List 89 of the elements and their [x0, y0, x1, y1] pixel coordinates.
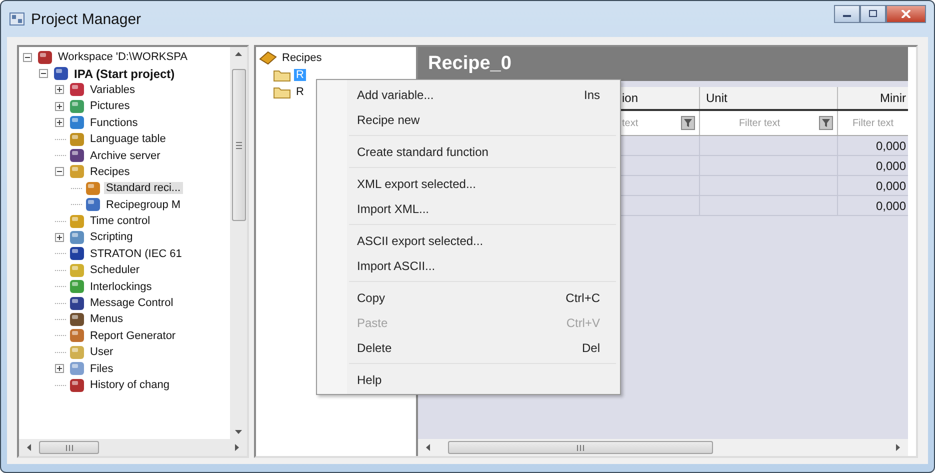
maximize-icon — [868, 10, 878, 18]
expander-icon[interactable] — [55, 364, 66, 374]
expander-icon[interactable] — [23, 52, 34, 62]
horizontal-scrollbar[interactable] — [418, 439, 908, 456]
scroll-left-icon[interactable] — [426, 444, 430, 451]
vertical-scrollbar[interactable] — [230, 47, 247, 439]
tree-item[interactable]: Archive server — [88, 150, 162, 162]
tile-icon — [69, 214, 85, 229]
tile-icon — [69, 279, 85, 294]
tree-item[interactable]: Scheduler — [88, 264, 142, 276]
scroll-right-icon[interactable] — [235, 444, 239, 451]
tree-item[interactable]: Pictures — [88, 100, 132, 112]
table-cell: 0,000 — [876, 198, 906, 212]
column-header[interactable]: Unit — [700, 87, 838, 109]
menu-item[interactable]: Copy Ctrl+C — [317, 285, 620, 310]
tile-icon — [69, 312, 85, 327]
filter-icon[interactable] — [681, 116, 695, 130]
scroll-right-icon[interactable] — [896, 444, 900, 451]
tile-icon — [69, 230, 85, 245]
scroll-left-icon[interactable] — [27, 444, 31, 451]
close-button[interactable] — [886, 5, 926, 23]
tree-item[interactable]: Menus — [88, 313, 126, 326]
column-header[interactable]: Minir — [838, 87, 908, 109]
tree-item[interactable]: Recipes — [280, 52, 324, 64]
recipe-title: Recipe_0 — [428, 53, 512, 75]
tile-icon — [69, 262, 85, 278]
tile-icon — [85, 180, 101, 196]
scroll-up-icon[interactable] — [235, 52, 242, 56]
tile-icon — [69, 148, 85, 164]
tree-item[interactable]: Message Control — [88, 297, 176, 310]
folder-icon — [273, 84, 291, 98]
tile-icon — [69, 378, 85, 392]
expander-icon[interactable] — [55, 102, 66, 111]
tree-item[interactable]: STRATON (IEC 61 — [88, 248, 184, 260]
expander-icon[interactable] — [55, 118, 66, 128]
tile-icon — [85, 197, 101, 212]
table-cell: 0,000 — [876, 138, 906, 152]
tree-item[interactable]: Files — [88, 362, 116, 375]
tile-icon — [69, 361, 85, 376]
tile-icon — [69, 344, 85, 360]
tree-item[interactable]: Language table — [88, 133, 168, 146]
tile-icon — [69, 164, 85, 180]
tree-item[interactable]: Workspace 'D:\WORKSPA — [56, 51, 190, 64]
menu-item[interactable]: Help — [317, 367, 620, 392]
tree-item[interactable]: Functions — [88, 116, 140, 129]
tree-item[interactable]: R — [294, 86, 306, 98]
folder-icon — [273, 68, 291, 82]
tile-icon — [69, 82, 85, 98]
tree-item[interactable]: Standard reci... — [104, 182, 183, 194]
tree-item[interactable]: Recipes — [88, 166, 132, 178]
tile-icon — [53, 66, 69, 82]
menu-item[interactable]: Recipe new — [317, 107, 620, 132]
tile-icon — [69, 132, 85, 147]
horizontal-scrollbar[interactable] — [19, 439, 247, 456]
menu-item[interactable]: Create standard function — [317, 139, 620, 164]
tree-item[interactable]: IPA (Start project) — [72, 66, 177, 81]
menu-item[interactable]: Delete Del — [317, 335, 620, 360]
tree-item[interactable]: User — [88, 346, 116, 358]
tree-item[interactable]: Scripting — [88, 231, 135, 244]
tree-item[interactable]: Interlockings — [88, 280, 154, 293]
menu-item[interactable]: XML export selected... — [317, 171, 620, 196]
tile-icon — [69, 246, 85, 262]
menu-item[interactable]: Import XML... — [317, 196, 620, 221]
close-icon — [901, 10, 911, 18]
tree-item[interactable]: Time control — [88, 215, 152, 228]
expander-icon[interactable] — [55, 167, 66, 176]
expander-icon[interactable] — [39, 69, 50, 78]
tree-item[interactable]: Variables — [88, 84, 138, 96]
scroll-down-icon[interactable] — [235, 430, 242, 434]
expander-icon[interactable] — [55, 85, 66, 94]
menu-item[interactable]: Import ASCII... — [317, 253, 620, 278]
tile-icon — [69, 328, 85, 344]
menu-item[interactable]: ASCII export selected... — [317, 228, 620, 253]
table-cell: 0,000 — [876, 158, 906, 172]
app-icon — [9, 12, 25, 26]
tile-icon — [37, 50, 53, 65]
expander-icon[interactable] — [55, 232, 66, 242]
tile-icon — [69, 98, 85, 114]
minimize-button[interactable] — [834, 5, 860, 23]
tile-icon — [69, 296, 85, 311]
filter-icon[interactable] — [819, 116, 833, 130]
tile-icon — [69, 115, 85, 130]
tree-item[interactable]: Recipegroup M — [104, 198, 183, 211]
table-cell: 0,000 — [876, 178, 906, 192]
maximize-button[interactable] — [860, 5, 886, 23]
window-title: Project Manager — [31, 10, 142, 28]
menu-item[interactable]: Add variable... Ins — [317, 82, 620, 107]
tree-item[interactable]: History of chang — [88, 379, 172, 391]
tree-item[interactable]: Report Generator — [88, 330, 178, 342]
